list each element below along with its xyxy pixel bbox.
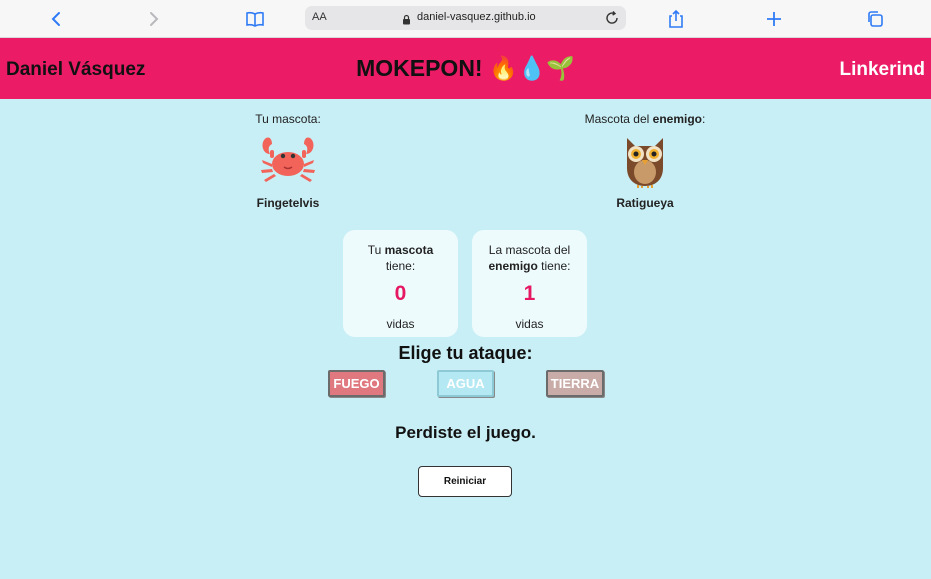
browser-toolbar: AA daniel-vasquez.github.io: [0, 0, 931, 38]
enemy-lives-bold: enemigo: [488, 259, 538, 273]
enemy-lives-suffix: tiene:: [537, 259, 571, 273]
player-lives-card: Tu mascota tiene: 0 vidas: [343, 230, 458, 337]
enemy-caption-prefix: Mascota del: [584, 112, 653, 126]
bookmarks-icon[interactable]: [242, 6, 268, 32]
enemy-lives-line1: La mascota del: [488, 243, 571, 257]
back-icon[interactable]: [43, 6, 69, 32]
enemy-pet-caption: Mascota del enemigo:: [575, 112, 715, 128]
url-text: daniel-vasquez.github.io: [417, 11, 536, 23]
attack-title: Elige tu ataque:: [398, 343, 533, 363]
page-title: MOKEPON! 🔥💧🌱: [356, 55, 575, 81]
water-attack-button[interactable]: AGUA: [437, 370, 494, 397]
player-pet-section: Tu mascota: Fingetelvis: [228, 112, 348, 210]
enemy-pet-section: Mascota del enemigo: Ratigueya: [575, 112, 715, 210]
player-lives-bold: mascota: [384, 243, 434, 257]
player-lives-line1: Tu mascota: [343, 242, 458, 258]
tabs-overview-icon[interactable]: [862, 6, 888, 32]
site-header: Daniel Vásquez MOKEPON! 🔥💧🌱 Linkerind: [0, 38, 931, 99]
linkedin-link[interactable]: Linkerind: [839, 59, 925, 81]
url-bar[interactable]: AA daniel-vasquez.github.io: [305, 6, 626, 30]
enemy-caption-suffix: :: [702, 112, 706, 126]
player-lives-line2: tiene:: [385, 259, 416, 273]
result-message: Perdiste el juego.: [395, 423, 536, 442]
crab-icon: [228, 130, 348, 190]
fire-attack-button[interactable]: FUEGO: [328, 370, 385, 397]
enemy-caption-bold: enemigo: [652, 112, 703, 126]
lock-icon: [402, 12, 411, 30]
player-lives-unit: vidas: [386, 317, 415, 331]
enemy-lives-line2: enemigo tiene:: [472, 258, 587, 274]
enemy-pet-name: Ratigueya: [616, 196, 674, 210]
owl-icon: [575, 130, 715, 190]
enemy-lives-card: La mascota del enemigo tiene: 1 vidas: [472, 230, 587, 337]
player-pet-caption: Tu mascota:: [255, 112, 321, 126]
player-pet-name: Fingetelvis: [256, 196, 320, 210]
reload-icon[interactable]: [604, 10, 620, 31]
forward-icon[interactable]: [141, 6, 167, 32]
enemy-lives-unit: vidas: [515, 317, 544, 331]
new-tab-icon[interactable]: [761, 6, 787, 32]
restart-button[interactable]: Reiniciar: [418, 466, 512, 497]
reader-text-size-button[interactable]: AA: [312, 11, 327, 23]
player-lives-count: 0: [394, 282, 407, 305]
enemy-lives-count: 1: [523, 282, 536, 305]
earth-attack-button[interactable]: TIERRA: [546, 370, 604, 397]
share-icon[interactable]: [663, 6, 689, 32]
player-lives-prefix: Tu: [367, 243, 385, 257]
